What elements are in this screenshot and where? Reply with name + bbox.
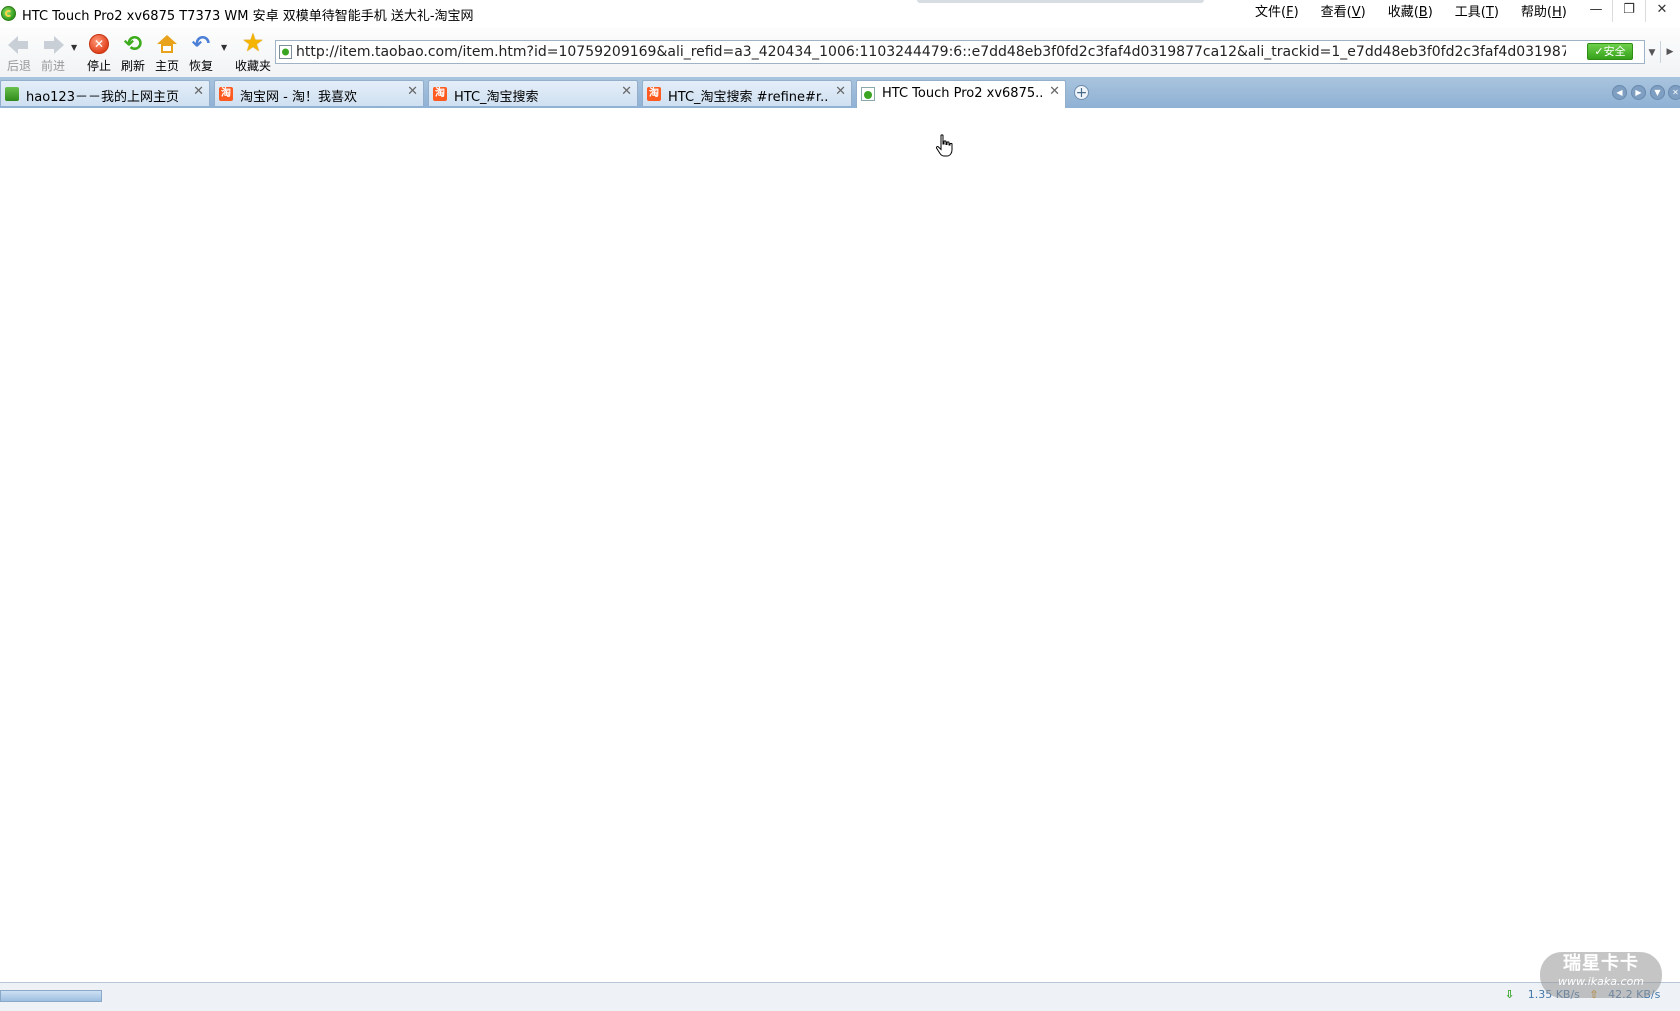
- minimize-button[interactable]: —: [1580, 0, 1612, 22]
- url-history-dropdown[interactable]: ▼: [1643, 44, 1661, 62]
- scroll-tabs-left-button[interactable]: ◀: [1612, 85, 1627, 100]
- tab-close-icon[interactable]: ✕: [835, 84, 846, 99]
- taobao-favicon-icon: 淘: [433, 87, 447, 101]
- tab-htc-search-refine[interactable]: 淘 HTC_淘宝搜索 #refine#r... ✕: [642, 80, 852, 106]
- menu-help[interactable]: 帮助(H): [1510, 3, 1578, 23]
- home-label: 主页: [154, 59, 179, 73]
- watermark-title: 瑞星卡卡: [1563, 953, 1639, 974]
- window-title: HTC Touch Pro2 xv6875 T7373 WM 安卓 双模单待智能…: [22, 9, 474, 24]
- tab-title: HTC_淘宝搜索 #refine#r...: [668, 90, 828, 105]
- tab-close-icon[interactable]: ✕: [1049, 84, 1060, 99]
- chevron-left-icon: ◀: [1616, 88, 1623, 97]
- chevron-right-icon: ▶: [1635, 88, 1642, 97]
- close-tab-button[interactable]: ✕: [1668, 85, 1680, 100]
- forward-button[interactable]: 前进: [38, 31, 68, 75]
- menu-bar: 文件(F) 查看(V) 收藏(B) 工具(T) 帮助(H): [1244, 3, 1578, 23]
- favorites-button[interactable]: ★ 收藏夹: [235, 28, 272, 75]
- menu-file[interactable]: 文件(F): [1244, 3, 1310, 23]
- browser-logo-icon: [1, 6, 16, 21]
- forward-history-dropdown[interactable]: ▼: [71, 43, 77, 52]
- security-badge[interactable]: ✓安全: [1587, 43, 1633, 60]
- page-icon: [279, 45, 292, 59]
- undo-icon: ↶: [191, 32, 211, 57]
- rising-kaka-watermark: 瑞星卡卡 www.ikaka.com: [1540, 952, 1662, 998]
- close-icon: ✕: [1672, 88, 1679, 97]
- refresh-icon: ⟲: [123, 32, 143, 57]
- menu-view[interactable]: 查看(V): [1310, 3, 1377, 23]
- menu-favorites[interactable]: 收藏(B): [1377, 3, 1444, 23]
- chevron-down-icon: ▼: [1654, 88, 1661, 97]
- home-icon: [155, 33, 179, 57]
- tab-hao123[interactable]: hao123－－我的上网主页 ✕: [0, 80, 210, 106]
- restore-closed-label: 恢复: [188, 59, 213, 73]
- url-input[interactable]: http://item.taobao.com/item.htm?id=10759…: [296, 43, 1566, 61]
- stop-icon: [87, 33, 111, 57]
- scroll-tabs-right-button[interactable]: ▶: [1631, 85, 1646, 100]
- hao123-favicon-icon: [5, 87, 19, 101]
- home-button[interactable]: 主页: [152, 31, 182, 75]
- tab-close-icon[interactable]: ✕: [407, 84, 418, 99]
- taobao-favicon-icon: 淘: [647, 87, 661, 101]
- page-content-area[interactable]: [0, 108, 1680, 982]
- tab-title: hao123－－我的上网主页: [26, 90, 179, 105]
- back-arrow-icon: [7, 33, 31, 57]
- tab-title: HTC_淘宝搜索: [454, 90, 539, 105]
- favorites-label: 收藏夹: [235, 59, 272, 73]
- tab-close-icon[interactable]: ✕: [621, 84, 632, 99]
- navigation-toolbar: 后退 前进 ▼ 停止 ⟲ 刷新 主页 ↶ 恢复 ▼ ★ 收藏夹 http://i…: [0, 27, 1680, 77]
- taobao-favicon-icon: 淘: [219, 87, 233, 101]
- address-bar[interactable]: http://item.taobao.com/item.htm?id=10759…: [275, 40, 1645, 64]
- tab-list-button[interactable]: ▼: [1650, 85, 1665, 100]
- forward-label: 前进: [40, 59, 65, 73]
- refresh-label: 刷新: [120, 59, 145, 73]
- back-label: 后退: [6, 59, 31, 73]
- tab-htc-touch-pro2[interactable]: HTC Touch Pro2 xv6875... ✕: [856, 80, 1066, 108]
- tab-taobao-home[interactable]: 淘 淘宝网 - 淘！我喜欢 ✕: [214, 80, 424, 106]
- tab-title: 淘宝网 - 淘！我喜欢: [240, 90, 357, 105]
- forward-arrow-icon: [41, 33, 65, 57]
- tab-close-icon[interactable]: ✕: [193, 84, 204, 99]
- tab-htc-search[interactable]: 淘 HTC_淘宝搜索 ✕: [428, 80, 638, 106]
- stop-label: 停止: [86, 59, 111, 73]
- window-controls: — ❐ ✕: [1580, 0, 1680, 22]
- restore-closed-button[interactable]: ↶ 恢复: [186, 31, 216, 75]
- new-tab-button[interactable]: +: [1074, 85, 1089, 100]
- download-arrow-icon: ⇩: [1505, 988, 1515, 1001]
- tab-title: HTC Touch Pro2 xv6875...: [882, 86, 1042, 101]
- hand-cursor-icon: [935, 134, 953, 157]
- status-bar: ⇩ 1.35 KB/s ⇧ 42.2 KB/s: [0, 982, 1680, 1011]
- stop-button[interactable]: 停止: [84, 31, 114, 75]
- page-favicon-icon: [861, 87, 875, 101]
- minimize-icon: —: [1589, 2, 1603, 17]
- plus-icon: +: [1075, 85, 1088, 101]
- menu-tools[interactable]: 工具(T): [1444, 3, 1510, 23]
- back-button[interactable]: 后退: [4, 31, 34, 75]
- star-icon: ★: [241, 28, 265, 57]
- close-window-button[interactable]: ✕: [1645, 0, 1678, 22]
- restore-window-icon: ❐: [1623, 2, 1635, 17]
- top-notch-decoration: [917, 0, 1204, 3]
- tab-bar: hao123－－我的上网主页 ✕ 淘 淘宝网 - 淘！我喜欢 ✕ 淘 HTC_淘…: [0, 77, 1680, 109]
- title-bar: HTC Touch Pro2 xv6875 T7373 WM 安卓 双模单待智能…: [0, 0, 1680, 28]
- page-load-progress: [0, 990, 102, 1002]
- restore-window-button[interactable]: ❐: [1612, 0, 1645, 22]
- restore-closed-dropdown[interactable]: ▼: [221, 43, 227, 52]
- watermark-url: www.ikaka.com: [1557, 975, 1645, 988]
- refresh-button[interactable]: ⟲ 刷新: [118, 31, 148, 75]
- close-icon: ✕: [1656, 2, 1668, 17]
- go-button[interactable]: ▶: [1660, 41, 1679, 63]
